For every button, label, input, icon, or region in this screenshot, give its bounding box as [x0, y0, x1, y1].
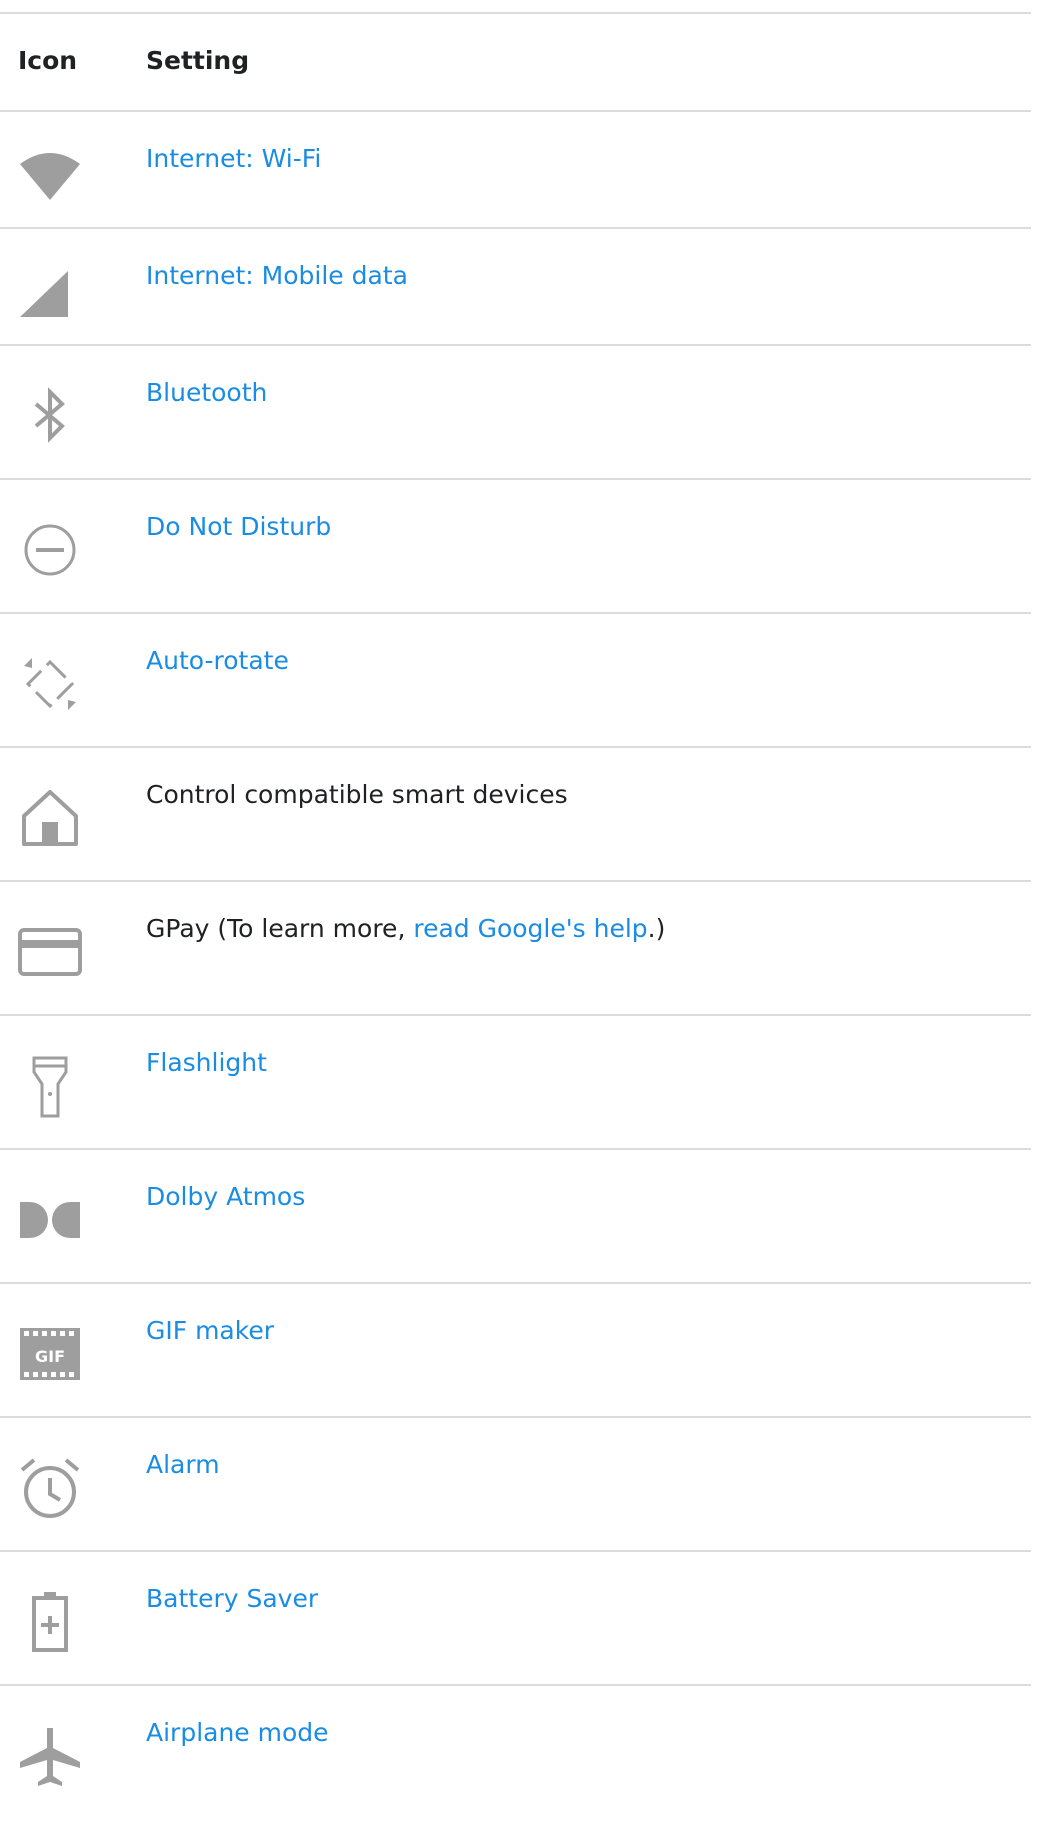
gpay-suffix: .) — [647, 914, 666, 943]
setting-link-wifi[interactable]: Internet: Wi-Fi — [146, 142, 1021, 176]
google-help-link[interactable]: read Google's help — [413, 914, 647, 943]
alarm-icon — [18, 1456, 82, 1520]
setting-column-header: Setting — [146, 46, 250, 75]
dolby-icon — [18, 1188, 82, 1252]
quick-settings-table: Icon Setting Internet: Wi-Fi Internet: M… — [0, 12, 1031, 1794]
table-row: Flashlight — [0, 1016, 1031, 1150]
bluetooth-icon — [18, 384, 82, 448]
setting-link-mobile-data[interactable]: Internet: Mobile data — [146, 259, 1021, 293]
table-row: Control compatible smart devices — [0, 748, 1031, 882]
home-icon — [18, 786, 82, 850]
table-row: Internet: Wi-Fi — [0, 112, 1031, 229]
setting-link-alarm[interactable]: Alarm — [146, 1448, 1021, 1482]
setting-text-smart-devices: Control compatible smart devices — [146, 780, 568, 809]
setting-link-airplane-mode[interactable]: Airplane mode — [146, 1716, 1021, 1750]
table-row: Bluetooth — [0, 346, 1031, 480]
table-row: Auto-rotate — [0, 614, 1031, 748]
setting-link-gif-maker[interactable]: GIF maker — [146, 1314, 1021, 1348]
auto-rotate-icon — [18, 652, 82, 716]
table-row: GPay (To learn more, read Google's help.… — [0, 882, 1031, 1016]
table-row: Dolby Atmos — [0, 1150, 1031, 1284]
card-icon — [18, 920, 82, 984]
table-header-row: Icon Setting — [0, 14, 1031, 112]
setting-link-dolby-atmos[interactable]: Dolby Atmos — [146, 1180, 1021, 1214]
setting-link-bluetooth[interactable]: Bluetooth — [146, 376, 1021, 410]
gif-icon: GIF — [18, 1322, 82, 1386]
table-row: GIF GIF maker — [0, 1284, 1031, 1418]
battery-saver-icon — [18, 1590, 82, 1654]
table-row: Airplane mode — [0, 1686, 1031, 1794]
icon-column-header: Icon — [18, 46, 78, 75]
setting-link-do-not-disturb[interactable]: Do Not Disturb — [146, 510, 1021, 544]
airplane-icon — [18, 1724, 82, 1788]
setting-link-auto-rotate[interactable]: Auto-rotate — [146, 644, 1021, 678]
mobile-data-icon — [18, 261, 82, 325]
table-row: Alarm — [0, 1418, 1031, 1552]
svg-text:GIF: GIF — [35, 1347, 65, 1366]
flashlight-icon — [18, 1054, 82, 1118]
table-row: Do Not Disturb — [0, 480, 1031, 614]
wifi-icon — [18, 144, 82, 208]
gpay-prefix: GPay (To learn more, — [146, 914, 414, 943]
setting-link-battery-saver[interactable]: Battery Saver — [146, 1582, 1021, 1616]
table-row: Battery Saver — [0, 1552, 1031, 1686]
table-row: Internet: Mobile data — [0, 229, 1031, 346]
setting-text-gpay: GPay (To learn more, read Google's help.… — [146, 912, 1021, 946]
do-not-disturb-icon — [18, 518, 82, 582]
setting-link-flashlight[interactable]: Flashlight — [146, 1046, 1021, 1080]
